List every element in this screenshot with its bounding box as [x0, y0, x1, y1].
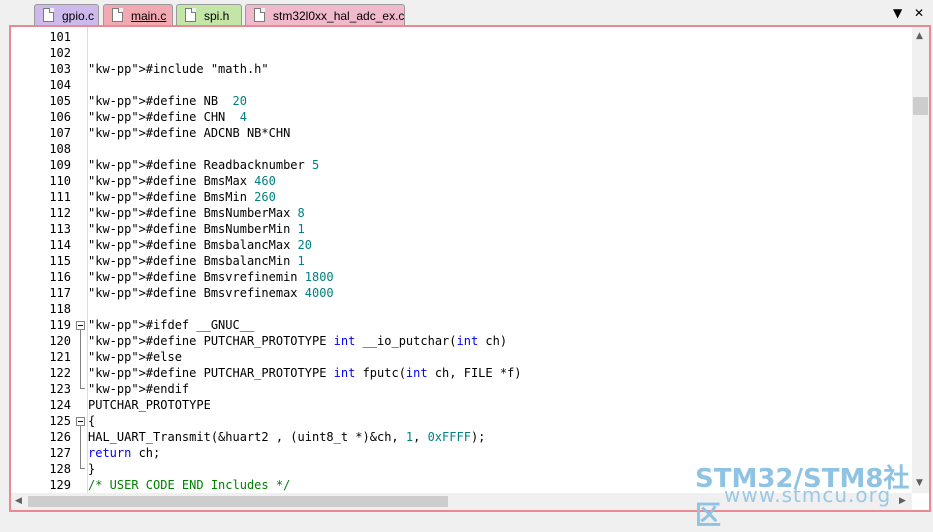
- line-number: 102: [49, 46, 71, 60]
- line-number: 118: [49, 302, 71, 316]
- line-number: 129: [49, 478, 71, 492]
- line-number: 101: [49, 30, 71, 44]
- line-number: 113: [49, 222, 71, 236]
- line-number: 119: [49, 318, 71, 332]
- tab-gpio-c[interactable]: gpio.c: [34, 4, 99, 26]
- tab-main-c[interactable]: main.c: [103, 4, 173, 26]
- scroll-left-icon[interactable]: ◀: [15, 497, 22, 506]
- tab-label: spi.h: [204, 9, 230, 23]
- line-number: 128: [49, 462, 71, 476]
- code-line[interactable]: PUTCHAR_PROTOTYPE: [88, 397, 211, 413]
- code-line[interactable]: return ch;: [88, 445, 160, 461]
- code-line[interactable]: /* USER CODE END Includes */: [88, 477, 290, 493]
- code-line[interactable]: "kw-pp">#define BmsMax 460: [88, 173, 276, 189]
- fold-toggle-icon[interactable]: [76, 417, 85, 426]
- code-line[interactable]: "kw-pp">#define CHN 4: [88, 109, 247, 125]
- line-number: 108: [49, 142, 71, 156]
- code-line[interactable]: "kw-pp">#define Bmsvrefinemin 1800: [88, 269, 334, 285]
- code-line[interactable]: "kw-pp">#endif: [88, 381, 189, 397]
- line-number: 124: [49, 398, 71, 412]
- tab-bar: gpio.c main.c spi.h stm32l0xx_hal_adc_ex…: [0, 0, 933, 26]
- code-line[interactable]: "kw-pp">#define ADCNB NB*CHN: [88, 125, 290, 141]
- line-number: 115: [49, 254, 71, 268]
- fold-line: [80, 330, 81, 388]
- file-icon: [43, 8, 54, 22]
- code-line[interactable]: "kw-pp">#define BmsbalancMax 20: [88, 237, 312, 253]
- vertical-scrollbar[interactable]: ▲ ▼: [912, 27, 929, 493]
- line-number: 126: [49, 430, 71, 444]
- line-number: 103: [49, 62, 71, 76]
- line-number: 122: [49, 366, 71, 380]
- code-line[interactable]: "kw-pp">#define BmsNumberMax 8: [88, 205, 305, 221]
- file-icon: [112, 8, 123, 22]
- code-line[interactable]: HAL_UART_Transmit(&huart2 , (uint8_t *)&…: [88, 429, 485, 445]
- fold-line: [80, 426, 81, 468]
- line-number: 112: [49, 206, 71, 220]
- code-line[interactable]: {: [88, 413, 95, 429]
- file-icon: [254, 8, 265, 22]
- tab-spi-h[interactable]: spi.h: [176, 4, 242, 26]
- code-line[interactable]: "kw-pp">#define BmsMin 260: [88, 189, 276, 205]
- code-line[interactable]: "kw-pp">#include "math.h": [88, 61, 269, 77]
- tab-list-dropdown-icon[interactable]: ▼: [893, 6, 902, 20]
- line-number: 116: [49, 270, 71, 284]
- fold-end: [80, 388, 85, 389]
- code-line[interactable]: "kw-pp">#define BmsNumberMin 1: [88, 221, 305, 237]
- fold-toggle-icon[interactable]: [76, 321, 85, 330]
- line-number: 109: [49, 158, 71, 172]
- close-icon[interactable]: ✕: [914, 6, 924, 20]
- file-icon: [185, 8, 196, 22]
- line-number: 106: [49, 110, 71, 124]
- tab-label: stm32l0xx_hal_adc_ex.c: [273, 9, 405, 23]
- fold-end: [80, 468, 85, 469]
- code-line[interactable]: "kw-pp">#define PUTCHAR_PROTOTYPE int __…: [88, 333, 507, 349]
- code-line[interactable]: "kw-pp">#define BmsbalancMin 1: [88, 253, 305, 269]
- code-editor[interactable]: 101 102 103 "kw-pp">#include "math.h" 104 105…: [9, 25, 931, 512]
- code-line[interactable]: "kw-pp">#define NB 20: [88, 93, 247, 109]
- code-line[interactable]: "kw-pp">#define Readbacknumber 5: [88, 157, 319, 173]
- code-line[interactable]: "kw-pp">#ifdef __GNUC__: [88, 317, 254, 333]
- code-line[interactable]: "kw-pp">#else: [88, 349, 182, 365]
- code-line[interactable]: }: [88, 461, 95, 477]
- line-number: 104: [49, 78, 71, 92]
- line-number: 107: [49, 126, 71, 140]
- line-number: 121: [49, 350, 71, 364]
- horizontal-scroll-thumb[interactable]: [28, 496, 448, 507]
- vertical-scroll-thumb[interactable]: [913, 97, 928, 115]
- line-number: 120: [49, 334, 71, 348]
- line-number: 110: [49, 174, 71, 188]
- tab-stm32l0xx-hal-adc-ex-c[interactable]: stm32l0xx_hal_adc_ex.c: [245, 4, 405, 26]
- line-number: 125: [49, 414, 71, 428]
- tab-label: main.c: [131, 9, 167, 23]
- line-number: 111: [49, 190, 71, 204]
- code-line[interactable]: "kw-pp">#define Bmsvrefinemax 4000: [88, 285, 334, 301]
- line-number: 127: [49, 446, 71, 460]
- code-line[interactable]: "kw-pp">#define PUTCHAR_PROTOTYPE int fp…: [88, 365, 522, 381]
- tab-label: gpio.c: [62, 9, 95, 23]
- watermark-url: www.stmcu.org: [724, 483, 892, 507]
- scroll-up-icon[interactable]: ▲: [916, 32, 923, 41]
- line-number: 123: [49, 382, 71, 396]
- line-number: 117: [49, 286, 71, 300]
- line-number: 114: [49, 238, 71, 252]
- line-number: 105: [49, 94, 71, 108]
